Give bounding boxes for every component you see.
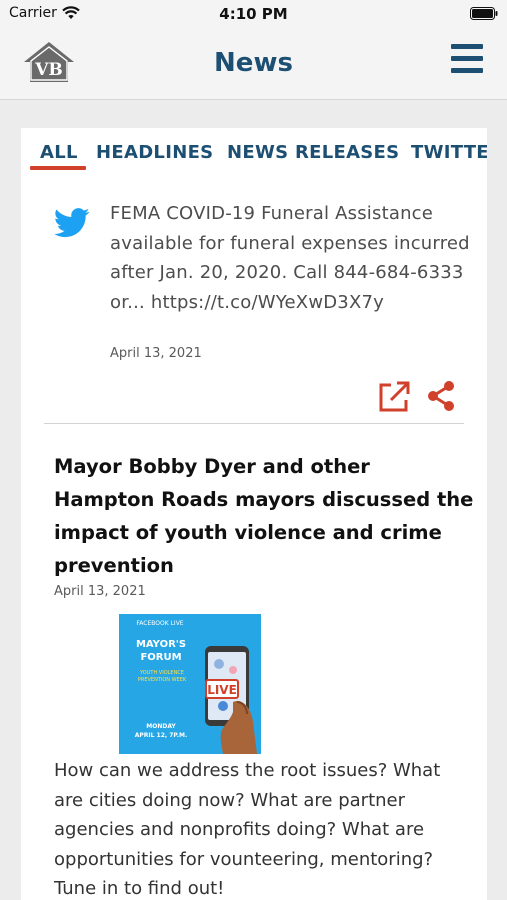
- tweet-text[interactable]: FEMA COVID-19 Funeral Assistance availab…: [110, 199, 470, 317]
- active-tab-indicator: [30, 166, 86, 170]
- hamburger-menu-icon[interactable]: [451, 44, 485, 74]
- article-title[interactable]: Mayor Bobby Dyer and other Hampton Roads…: [54, 450, 474, 582]
- news-tabs: ALL HEADLINES NEWS RELEASES TWITTE: [21, 128, 487, 174]
- tab-headlines[interactable]: HEADLINES: [96, 142, 213, 163]
- status-bar: Carrier 4:10 PM: [0, 0, 507, 28]
- app-header: VB News: [0, 28, 507, 100]
- battery-icon: [470, 7, 498, 20]
- article-promo-image[interactable]: FACEBOOK LIVE MAYOR'S FORUM YOUTH VIOLEN…: [119, 614, 261, 754]
- page-title: News: [214, 48, 293, 78]
- promo-subheading: YOUTH VIOLENCE PREVENTION WEEK: [137, 670, 187, 683]
- external-link-icon[interactable]: [377, 380, 411, 414]
- status-time: 4:10 PM: [219, 5, 288, 23]
- tweet-date: April 13, 2021: [110, 346, 202, 361]
- promo-heading: MAYOR'S FORUM: [135, 639, 187, 663]
- promo-kicker: FACEBOOK LIVE: [136, 620, 184, 627]
- promo-footer: MONDAY APRIL 12, 7P.M.: [134, 723, 188, 739]
- tab-twitter[interactable]: TWITTE: [411, 142, 487, 163]
- news-feed-card: ALL HEADLINES NEWS RELEASES TWITTE FEMA …: [21, 128, 487, 900]
- article-body: How can we address the root issues? What…: [54, 760, 441, 899]
- feed-divider: [44, 423, 464, 424]
- twitter-bird-icon: [54, 208, 90, 238]
- share-icon[interactable]: [425, 380, 457, 412]
- tab-news-releases[interactable]: NEWS RELEASES: [227, 142, 399, 163]
- promo-live-badge: LIVE: [207, 683, 237, 697]
- phone-illustration: LIVE: [205, 646, 257, 754]
- article-date: April 13, 2021: [54, 584, 146, 599]
- tab-all[interactable]: ALL: [40, 142, 78, 163]
